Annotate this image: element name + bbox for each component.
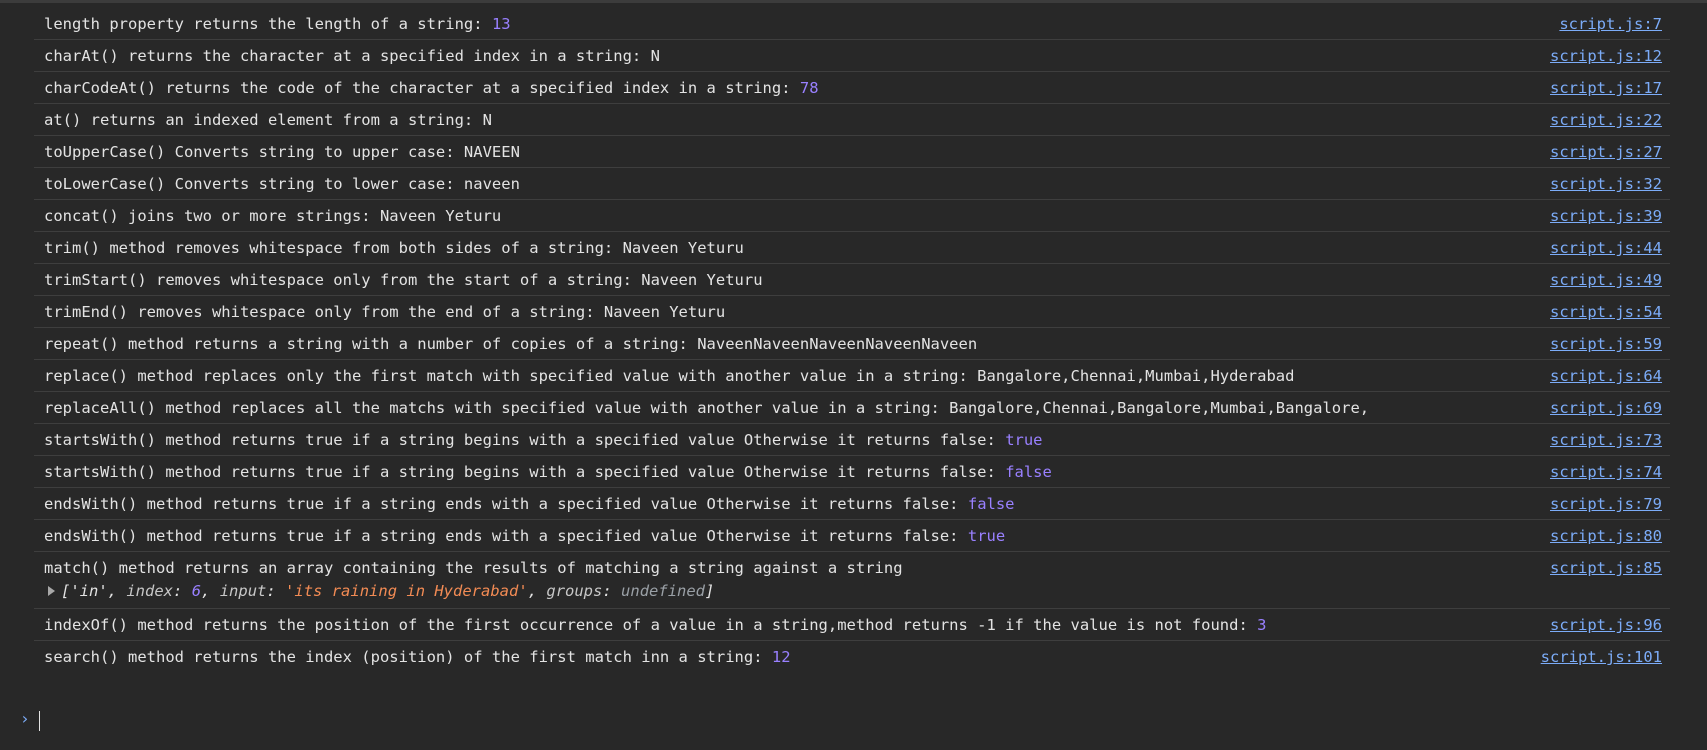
source-link[interactable]: script.js:80: [1550, 527, 1662, 545]
prop-value: 6: [191, 582, 202, 600]
log-value: 13: [491, 15, 511, 33]
console-row: replaceAll() method replaces all the mat…: [34, 392, 1670, 424]
log-message: charCodeAt() returns the code of the cha…: [44, 79, 800, 97]
log-message: replaceAll() method replaces all the mat…: [44, 399, 1370, 417]
console-row: replace() method replaces only the first…: [34, 360, 1670, 392]
log-message: concat() joins two or more strings: Nave…: [44, 207, 502, 225]
source-link[interactable]: script.js:17: [1550, 79, 1662, 97]
expand-triangle-icon[interactable]: [48, 586, 55, 596]
source-link[interactable]: script.js:69: [1550, 399, 1662, 417]
console-row: concat() joins two or more strings: Nave…: [34, 200, 1670, 232]
source-link[interactable]: script.js:22: [1550, 111, 1662, 129]
source-link[interactable]: script.js:49: [1550, 271, 1662, 289]
log-message: match() method returns an array containi…: [44, 559, 903, 577]
console-row: startsWith() method returns true if a st…: [34, 456, 1670, 488]
source-link[interactable]: script.js:39: [1550, 207, 1662, 225]
console-row: toLowerCase() Converts string to lower c…: [34, 168, 1670, 200]
log-message: length property returns the length of a …: [44, 15, 492, 33]
log-message: repeat() method returns a string with a …: [44, 335, 978, 353]
console-row: match() method returns an array containi…: [34, 552, 1670, 609]
log-message: toUpperCase() Converts string to upper c…: [44, 143, 520, 161]
array-preview[interactable]: ['in', index: 6, input: 'its raining in …: [48, 582, 714, 600]
prop-value: 'its raining in Hyderabad': [285, 582, 528, 600]
console-row: trim() method removes whitespace from bo…: [34, 232, 1670, 264]
panel-top-border: [0, 0, 1707, 3]
source-link[interactable]: script.js:59: [1550, 335, 1662, 353]
console-row: trimEnd() removes whitespace only from t…: [34, 296, 1670, 328]
source-link[interactable]: script.js:7: [1559, 15, 1662, 33]
log-message: trim() method removes whitespace from bo…: [44, 239, 744, 257]
console-row: at() returns an indexed element from a s…: [34, 104, 1670, 136]
source-link[interactable]: script.js:96: [1550, 616, 1662, 634]
array-close: ]: [705, 582, 715, 600]
console-row: trimStart() removes whitespace only from…: [34, 264, 1670, 296]
log-value: true: [967, 527, 1006, 545]
prop-key: input: [219, 582, 267, 600]
console-row: repeat() method returns a string with a …: [34, 328, 1670, 360]
source-link[interactable]: script.js:44: [1550, 239, 1662, 257]
source-link[interactable]: script.js:27: [1550, 143, 1662, 161]
log-message: trimStart() removes whitespace only from…: [44, 271, 763, 289]
source-link[interactable]: script.js:85: [1550, 559, 1662, 577]
prop-value: undefined: [621, 582, 706, 600]
log-message: search() method returns the index (posit…: [44, 648, 772, 666]
prop-key: groups: [546, 582, 603, 600]
source-link[interactable]: script.js:54: [1550, 303, 1662, 321]
log-value: 12: [771, 648, 791, 666]
prop-key: index: [126, 582, 174, 600]
log-message: endsWith() method returns true if a stri…: [44, 527, 968, 545]
console-row: charCodeAt() returns the code of the cha…: [34, 72, 1670, 104]
log-message: startsWith() method returns true if a st…: [44, 431, 1006, 449]
source-link[interactable]: script.js:12: [1550, 47, 1662, 65]
console-row: endsWith() method returns true if a stri…: [34, 488, 1670, 520]
log-message: replace() method replaces only the first…: [44, 367, 1295, 385]
console-row: charAt() returns the character at a spec…: [34, 40, 1670, 72]
log-message: indexOf() method returns the position of…: [44, 616, 1258, 634]
log-value: false: [1005, 463, 1052, 481]
log-value: false: [967, 495, 1015, 513]
console-row: toUpperCase() Converts string to upper c…: [34, 136, 1670, 168]
log-message: trimEnd() removes whitespace only from t…: [44, 303, 726, 321]
console-row: length property returns the length of a …: [34, 8, 1670, 40]
array-open: ['in': [61, 582, 108, 600]
log-message: startsWith() method returns true if a st…: [44, 463, 1006, 481]
console-log: length property returns the length of a …: [0, 8, 1707, 673]
console-input-caret[interactable]: [39, 711, 40, 731]
log-value: 78: [799, 79, 819, 97]
log-message: at() returns an indexed element from a s…: [44, 111, 492, 129]
console-row: startsWith() method returns true if a st…: [34, 424, 1670, 456]
console-row: search() method returns the index (posit…: [34, 641, 1670, 673]
prompt-chevron-icon: ›: [20, 709, 30, 728]
source-link[interactable]: script.js:79: [1550, 495, 1662, 513]
source-link[interactable]: script.js:64: [1550, 367, 1662, 385]
log-message: charAt() returns the character at a spec…: [44, 47, 660, 65]
source-link[interactable]: script.js:74: [1550, 463, 1662, 481]
source-link[interactable]: script.js:101: [1541, 648, 1662, 666]
log-value: true: [1005, 431, 1043, 449]
source-link[interactable]: script.js:32: [1550, 175, 1662, 193]
log-value: 3: [1257, 616, 1267, 634]
source-link[interactable]: script.js:73: [1550, 431, 1662, 449]
log-message: toLowerCase() Converts string to lower c…: [44, 175, 520, 193]
console-row: endsWith() method returns true if a stri…: [34, 520, 1670, 552]
console-row: indexOf() method returns the position of…: [34, 609, 1670, 641]
log-message: endsWith() method returns true if a stri…: [44, 495, 968, 513]
